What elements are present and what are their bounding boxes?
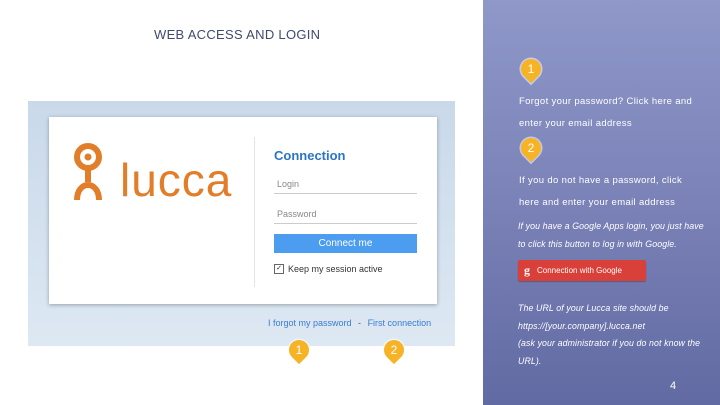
marker-pin-1: 1: [516, 54, 546, 84]
google-note-line-2: to click this button to log in with Goog…: [518, 238, 677, 249]
lucca-logo-icon: [74, 143, 102, 201]
google-button-label: Connection with Google: [537, 266, 622, 275]
keep-session-checkbox[interactable]: ✓ Keep my session active: [274, 264, 383, 274]
first-connection-link[interactable]: First connection: [368, 318, 432, 328]
password-input[interactable]: [274, 205, 417, 224]
google-note: If you have a Google Apps login, you jus…: [518, 218, 704, 253]
url-note-line-4: URL).: [518, 355, 542, 366]
slide-title: WEB ACCESS AND LOGIN: [154, 27, 321, 42]
url-note-line-1: The URL of your Lucca site should be: [518, 303, 669, 313]
login-links: I forgot my password - First connection: [268, 318, 431, 328]
marker-pin-1-screenshot: 1: [284, 335, 314, 365]
keep-session-label: Keep my session active: [288, 264, 383, 274]
forgot-password-link[interactable]: I forgot my password: [268, 318, 352, 328]
login-input[interactable]: [274, 175, 417, 194]
connection-with-google-button[interactable]: g Connection with Google: [518, 260, 646, 281]
card-divider: [254, 137, 255, 287]
marker-pin-2-screenshot: 2: [379, 335, 409, 365]
first-note-line-1: If you do not have a password, click: [519, 175, 683, 186]
first-connection-note: If you do not have a password, click her…: [519, 170, 682, 214]
lucca-logo-text: lucca: [120, 154, 233, 206]
forgot-password-note: Forgot your password? Click here and ent…: [519, 91, 692, 135]
url-note-line-3: (ask your administrator if you do not kn…: [518, 338, 701, 348]
checkbox-checked-icon: ✓: [274, 264, 284, 274]
forgot-note-line-1: Forgot your password? Click here and: [519, 96, 693, 107]
google-g-icon: g: [524, 263, 530, 277]
page-number: 4: [670, 380, 677, 392]
link-separator: -: [358, 318, 362, 328]
url-note: The URL of your Lucca site should be htt…: [518, 300, 700, 370]
forgot-note-line-2: enter your email address: [519, 118, 632, 129]
url-note-line-2: https://[your.company].lucca.net: [518, 320, 646, 331]
first-note-line-2: here and enter your email address: [519, 197, 676, 208]
google-note-line-1: If you have a Google Apps login, you jus…: [518, 221, 704, 231]
connect-me-button[interactable]: Connect me: [274, 234, 417, 253]
connection-title: Connection: [274, 148, 346, 163]
marker-pin-2: 2: [516, 133, 546, 163]
